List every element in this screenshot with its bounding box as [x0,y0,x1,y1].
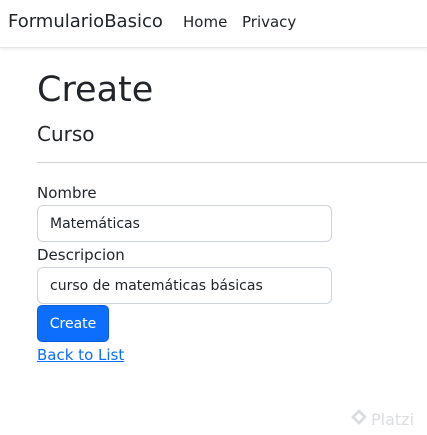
nav-home-link[interactable]: Home [183,13,227,31]
nav-privacy-link[interactable]: Privacy [242,13,296,31]
nombre-label: Nombre [37,184,97,202]
platzi-logo-icon [350,408,368,430]
descripcion-input[interactable] [37,267,332,304]
navbar: FormularioBasico Home Privacy [0,0,427,48]
page-title: Create [37,70,154,110]
back-to-list-link[interactable]: Back to List [37,346,124,364]
nombre-input[interactable] [37,205,332,242]
divider [37,162,427,163]
create-button[interactable]: Create [37,305,109,342]
watermark-text: Platzi [371,409,415,429]
brand-link[interactable]: FormularioBasico [8,11,163,32]
page-subtitle: Curso [37,122,95,146]
platzi-watermark: Platzi [350,407,414,431]
descripcion-label: Descripcion [37,246,125,264]
